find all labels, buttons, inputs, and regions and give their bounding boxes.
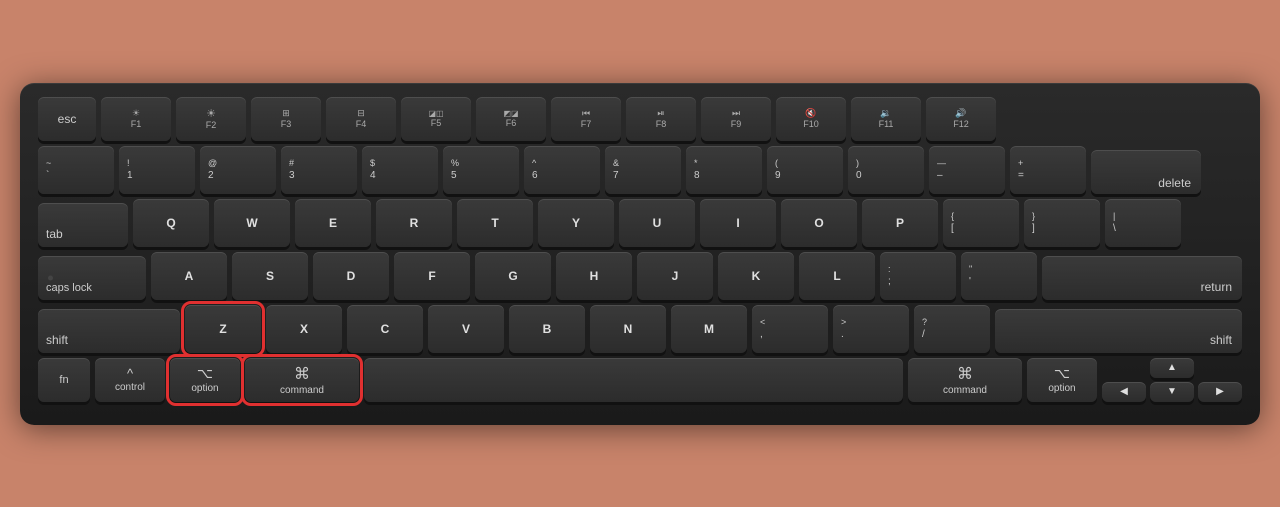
key-k[interactable]: K [718,252,794,300]
key-l[interactable]: L [799,252,875,300]
key-c[interactable]: C [347,305,423,353]
key-h[interactable]: H [556,252,632,300]
arrow-up-row: ▲ [1102,358,1242,378]
key-shift-left[interactable]: shift [38,309,180,353]
key-r[interactable]: R [376,199,452,247]
key-arrow-right[interactable]: ▶ [1198,382,1242,402]
key-g[interactable]: G [475,252,551,300]
key-t[interactable]: T [457,199,533,247]
key-o[interactable]: O [781,199,857,247]
key-rbracket[interactable]: } ] [1024,199,1100,247]
arrow-lr-row: ◀ ▼ ▶ [1102,382,1242,402]
key-i[interactable]: I [700,199,776,247]
key-5[interactable]: % 5 [443,146,519,194]
key-option-right[interactable]: ⌥ option [1027,358,1097,402]
key-f12[interactable]: 🔊 F12 [926,97,996,141]
key-f4[interactable]: ⊟ F4 [326,97,396,141]
key-m[interactable]: M [671,305,747,353]
key-d[interactable]: D [313,252,389,300]
key-e[interactable]: E [295,199,371,247]
key-7[interactable]: & 7 [605,146,681,194]
key-minus[interactable]: — – [929,146,1005,194]
key-4[interactable]: $ 4 [362,146,438,194]
key-shift-right[interactable]: shift [995,309,1242,353]
key-delete[interactable]: delete [1091,150,1201,194]
bottom-row: fn ^ control ⌥ option ⌘ command ⌘ comman… [38,358,1242,402]
key-arrow-left[interactable]: ◀ [1102,382,1146,402]
key-y[interactable]: Y [538,199,614,247]
key-x[interactable]: X [266,305,342,353]
key-capslock[interactable]: caps lock [38,256,146,300]
key-9[interactable]: ( 9 [767,146,843,194]
key-equals[interactable]: + = [1010,146,1086,194]
key-f9[interactable]: ⏭ F9 [701,97,771,141]
key-space[interactable] [364,358,903,402]
capslock-indicator [48,275,53,280]
keyboard: esc ☀ F1 ☀ F2 ⊞ F3 ⊟ F4 ◪◫ F5 ◩◪ F6 ⏮ F7 [20,83,1260,425]
fn-row: esc ☀ F1 ☀ F2 ⊞ F3 ⊟ F4 ◪◫ F5 ◩◪ F6 ⏮ F7 [38,97,1242,141]
key-esc[interactable]: esc [38,97,96,141]
num-row: ~ ` ! 1 @ 2 # 3 $ 4 % 5 ^ 6 & 7 [38,146,1242,194]
key-option-left[interactable]: ⌥ option [170,358,240,402]
key-f8[interactable]: ⏯ F8 [626,97,696,141]
key-semicolon[interactable]: : ; [880,252,956,300]
key-w[interactable]: W [214,199,290,247]
asdf-row: caps lock A S D F G H J K L : ; " ' retu… [38,252,1242,300]
zxcv-row: shift Z X C V B N M < , > . ? / shift [38,305,1242,353]
key-f11[interactable]: 🔉 F11 [851,97,921,141]
key-slash[interactable]: ? / [914,305,990,353]
key-f3[interactable]: ⊞ F3 [251,97,321,141]
key-3[interactable]: # 3 [281,146,357,194]
key-backtick[interactable]: ~ ` [38,146,114,194]
key-command-right[interactable]: ⌘ command [908,358,1022,402]
key-backslash[interactable]: | \ [1105,199,1181,247]
key-control[interactable]: ^ control [95,358,165,402]
key-s[interactable]: S [232,252,308,300]
key-q[interactable]: Q [133,199,209,247]
key-8[interactable]: * 8 [686,146,762,194]
key-arrow-down[interactable]: ▼ [1150,382,1194,402]
key-f7[interactable]: ⏮ F7 [551,97,621,141]
key-6[interactable]: ^ 6 [524,146,600,194]
key-comma[interactable]: < , [752,305,828,353]
key-period[interactable]: > . [833,305,909,353]
key-1[interactable]: ! 1 [119,146,195,194]
key-lbracket[interactable]: { [ [943,199,1019,247]
key-v[interactable]: V [428,305,504,353]
key-return[interactable]: return [1042,256,1242,300]
key-2[interactable]: @ 2 [200,146,276,194]
key-tab[interactable]: tab [38,203,128,247]
key-z[interactable]: Z [185,305,261,353]
key-f1[interactable]: ☀ F1 [101,97,171,141]
key-a[interactable]: A [151,252,227,300]
arrow-key-group: ▲ ◀ ▼ ▶ [1102,358,1242,402]
key-f6[interactable]: ◩◪ F6 [476,97,546,141]
key-p[interactable]: P [862,199,938,247]
key-j[interactable]: J [637,252,713,300]
key-f5[interactable]: ◪◫ F5 [401,97,471,141]
key-0[interactable]: ) 0 [848,146,924,194]
key-fn[interactable]: fn [38,358,90,402]
key-f[interactable]: F [394,252,470,300]
key-f10[interactable]: 🔇 F10 [776,97,846,141]
key-arrow-up[interactable]: ▲ [1150,358,1194,378]
key-quote[interactable]: " ' [961,252,1037,300]
key-f2[interactable]: ☀ F2 [176,97,246,141]
key-n[interactable]: N [590,305,666,353]
key-u[interactable]: U [619,199,695,247]
key-command-left[interactable]: ⌘ command [245,358,359,402]
qwerty-row: tab Q W E R T Y U I O P { [ } ] | \ [38,199,1242,247]
key-b[interactable]: B [509,305,585,353]
